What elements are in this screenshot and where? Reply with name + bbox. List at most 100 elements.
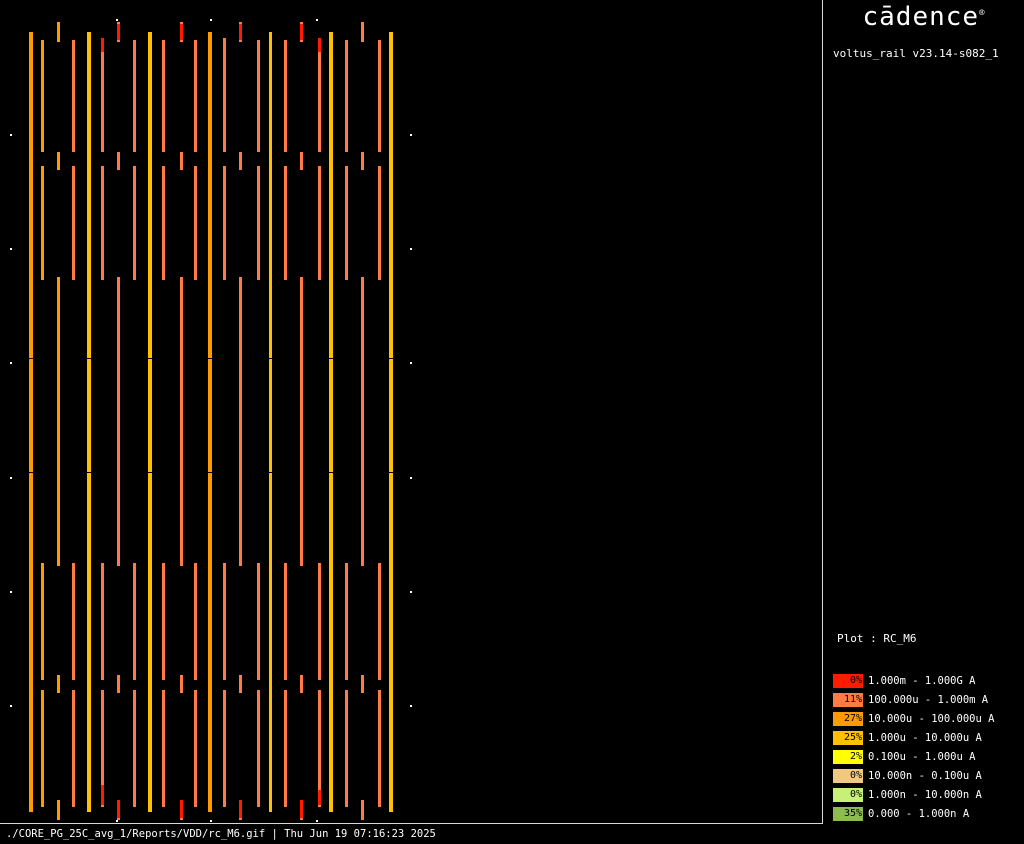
power-rail-segment (180, 152, 183, 170)
power-rail-segment (223, 563, 226, 680)
grid-marker (316, 820, 318, 822)
legend-sidebar: cādence® voltus_rail v23.14-s082_1 Plot … (824, 0, 1024, 824)
rail-break (268, 358, 274, 359)
power-rail-segment (284, 40, 287, 152)
grid-marker (10, 705, 12, 707)
status-bar: ./CORE_PG_25C_avg_1/Reports/VDD/rc_M6.gi… (6, 828, 436, 840)
power-grid-plot-canvas[interactable] (0, 0, 823, 824)
grid-marker (410, 248, 412, 250)
registered-mark: ® (979, 8, 986, 19)
hotspot-segment (180, 800, 183, 818)
legend-range: 0.000 - 1.000n A (868, 807, 970, 820)
plot-label: Plot : RC_M6 (837, 632, 917, 645)
power-rail-segment (180, 675, 183, 693)
power-rail-segment (345, 563, 348, 680)
power-rail-trunk (87, 32, 91, 812)
rail-break (328, 358, 334, 359)
legend-swatch: 35% (833, 806, 863, 821)
grid-marker (116, 820, 118, 822)
legend-row: 11% 100.000u - 1.000m A (833, 690, 994, 709)
power-rail-segment (72, 40, 75, 152)
hotspot-segment (239, 800, 242, 818)
power-rail-segment (41, 166, 44, 280)
power-rail-segment (57, 675, 60, 693)
grid-marker (10, 477, 12, 479)
power-rail-segment (41, 40, 44, 152)
power-rail-segment (318, 166, 321, 280)
power-rail-segment (345, 690, 348, 807)
power-rail-segment (378, 563, 381, 680)
legend-row: 0% 1.000n - 10.000n A (833, 785, 994, 804)
power-rail-trunk (148, 32, 152, 812)
power-rail-segment (133, 690, 136, 807)
grid-marker (210, 820, 212, 822)
power-rail-segment (239, 277, 242, 566)
power-rail-segment (361, 152, 364, 170)
hotspot-segment (300, 800, 303, 818)
power-rail-segment (41, 690, 44, 807)
power-rail-trunk (29, 32, 33, 812)
power-rail-segment (117, 675, 120, 693)
power-rail-trunk (389, 32, 393, 812)
legend-row: 35% 0.000 - 1.000n A (833, 804, 994, 823)
power-rail-segment (284, 690, 287, 807)
legend-row: 0% 1.000m - 1.000G A (833, 671, 994, 690)
grid-marker (210, 19, 212, 21)
hotspot-segment (239, 24, 242, 40)
power-rail-segment (133, 166, 136, 280)
power-rail-segment (300, 277, 303, 566)
legend-row: 25% 1.000u - 10.000u A (833, 728, 994, 747)
grid-marker (410, 705, 412, 707)
legend-range: 100.000u - 1.000m A (868, 693, 989, 706)
grid-marker (410, 134, 412, 136)
hotspot-segment (117, 800, 120, 818)
legend-range: 1.000u - 10.000u A (868, 731, 982, 744)
cadence-logo-text: cādence (862, 2, 980, 32)
legend-swatch: 0% (833, 768, 863, 783)
hotspot-segment (318, 38, 321, 52)
rail-break (207, 358, 213, 359)
current-legend: 0% 1.000m - 1.000G A 11% 100.000u - 1.00… (833, 671, 994, 823)
power-rail-segment (133, 40, 136, 152)
power-rail-segment (72, 690, 75, 807)
rail-break (86, 358, 92, 359)
power-rail-segment (345, 166, 348, 280)
power-rail-segment (257, 40, 260, 152)
rail-break (328, 472, 334, 473)
power-rail-segment (41, 563, 44, 680)
power-rail-trunk (269, 32, 272, 812)
grid-marker (316, 19, 318, 21)
power-rail-segment (162, 563, 165, 680)
rail-analysis-window: cādence® voltus_rail v23.14-s082_1 Plot … (0, 0, 1024, 844)
hotspot-segment (180, 24, 183, 40)
power-rail-segment (162, 690, 165, 807)
power-rail-segment (57, 277, 60, 566)
grid-marker (10, 591, 12, 593)
power-rail-segment (378, 166, 381, 280)
power-rail-segment (57, 800, 60, 820)
power-rail-segment (257, 563, 260, 680)
power-rail-segment (72, 166, 75, 280)
power-rail-segment (378, 690, 381, 807)
power-rail-segment (318, 40, 321, 152)
power-rail-segment (223, 690, 226, 807)
legend-range: 1.000n - 10.000n A (868, 788, 982, 801)
power-rail-segment (361, 675, 364, 693)
power-rail-segment (101, 563, 104, 680)
grid-marker (410, 477, 412, 479)
power-rail-segment (162, 40, 165, 152)
power-rail-segment (378, 40, 381, 152)
rail-break (388, 472, 394, 473)
grid-marker (410, 591, 412, 593)
hotspot-segment (117, 24, 120, 40)
power-rail-segment (194, 563, 197, 680)
rail-break (268, 472, 274, 473)
power-rail-trunk (329, 32, 333, 812)
legend-range: 10.000u - 100.000u A (868, 712, 995, 725)
power-rail-segment (194, 690, 197, 807)
power-rail-segment (257, 166, 260, 280)
power-rail-segment (345, 40, 348, 152)
power-rail-segment (101, 166, 104, 280)
power-rail-segment (361, 277, 364, 566)
legend-swatch: 0% (833, 787, 863, 802)
